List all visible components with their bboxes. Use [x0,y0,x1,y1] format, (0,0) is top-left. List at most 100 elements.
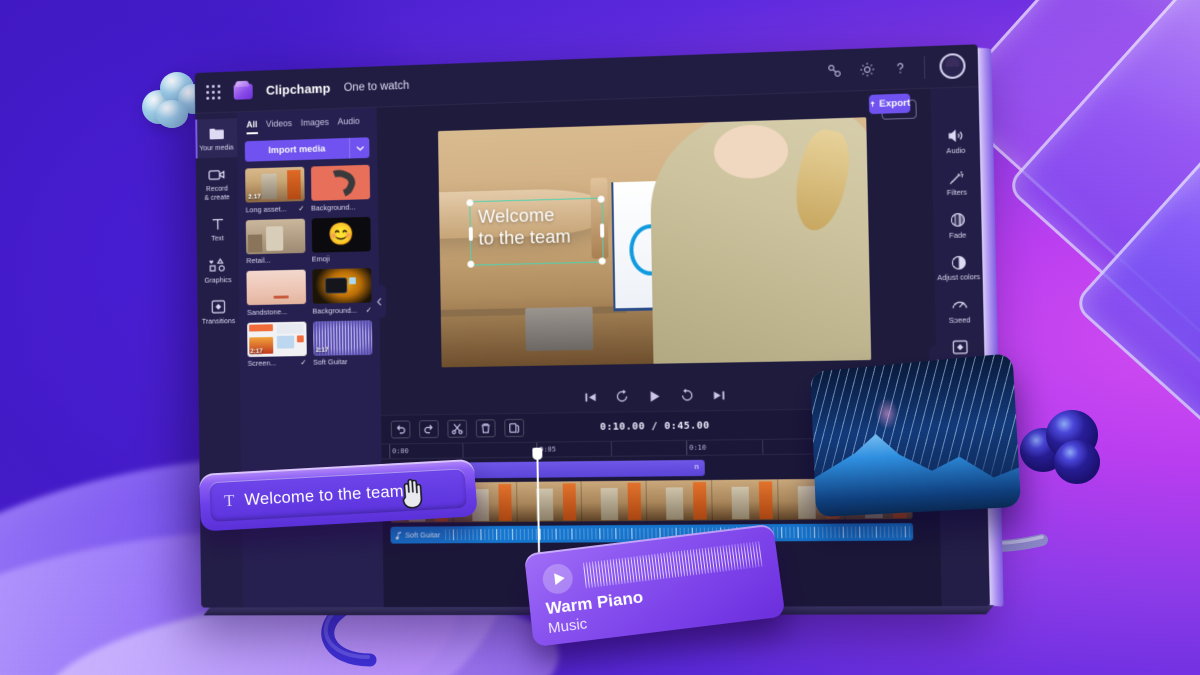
audio-clip-label-wrap: Soft Guitar [395,530,441,540]
media-name: Soft Guitar [313,357,348,367]
right-item-label: Speed [948,315,971,325]
project-name[interactable]: One to watch [344,79,410,93]
magic-wand-icon [947,170,966,187]
redo-icon[interactable] [419,420,439,438]
help-icon[interactable] [891,58,910,77]
check-icon: ✓ [365,304,372,314]
media-item[interactable]: Sandstone... [246,269,306,317]
skip-back-icon[interactable] [583,390,596,403]
media-item[interactable]: 2:17 Long asset... ✓ [245,166,305,214]
right-item-label: Filters [946,187,968,198]
scissors-icon[interactable] [447,420,467,438]
import-media-button[interactable]: Import media [244,137,350,162]
right-item-audio[interactable]: Audio [931,120,980,163]
media-item[interactable]: Background... ✓ [311,268,372,316]
media-name: Emoji [311,254,330,264]
check-icon: ✓ [300,357,307,367]
overlay-text: Welcome to the team [478,204,572,249]
ruler-label: 0:10 [689,443,707,452]
text-overlay-selection[interactable]: Welcome to the team [466,195,606,269]
undo-icon[interactable] [391,420,411,438]
resize-handle-middle-right[interactable] [599,223,604,238]
trash-icon[interactable] [476,419,496,437]
skip-forward-icon[interactable] [712,388,725,401]
media-name: Long asset... [245,203,287,214]
ruler-label: 0:00 [392,447,409,456]
timecode-display: 0:10.00 / 0:45.00 [599,419,710,433]
sidebar-label: Your media [199,142,234,153]
media-thumbnail [246,269,306,306]
preview-stage: 16:9 [377,89,937,386]
user-avatar[interactable] [939,52,966,80]
media-name: Retail... [246,255,271,266]
media-thumbnail [310,164,371,201]
camera-icon [208,167,225,183]
right-item-label: Fade [949,230,967,240]
resize-handle-middle-left[interactable] [468,226,473,241]
media-grid: 2:17 Long asset... ✓ Background... Retail… [245,164,373,368]
right-item-fade[interactable]: Fade [933,204,982,247]
import-media-row: Import media [244,137,370,162]
tab-audio[interactable]: Audio [338,116,360,131]
right-item-adjust-colors[interactable]: Adjust colors [934,247,983,289]
audio-clip-label: Soft Guitar [405,530,441,540]
right-item-label: Audio [946,145,966,156]
media-item[interactable]: 2:17 Screen... ✓ [247,321,306,368]
media-tabs: All Videos Images Audio [244,114,369,140]
sidebar-item-graphics[interactable]: Graphics [197,251,239,291]
media-duration: 2:17 [315,346,329,354]
sidebar-item-text[interactable]: Text [196,209,238,250]
tab-images[interactable]: Images [301,117,329,133]
gear-icon[interactable] [858,60,877,79]
media-name: Background... [310,202,356,213]
right-item-filters[interactable]: Filters [932,162,981,205]
transition-icon [951,339,970,356]
resize-handle-top-left[interactable] [466,199,474,207]
media-name: Background... [312,305,358,316]
text-card-label: Welcome to the team [244,481,405,509]
media-thumbnail [311,268,372,304]
video-preview[interactable]: Welcome to the team [437,116,872,367]
media-item[interactable]: Background... [310,164,371,213]
media-name: Sandstone... [246,306,288,317]
forward-icon[interactable] [680,388,694,402]
waveform-icon [583,540,765,589]
upload-arrow-icon [869,100,876,109]
sidebar-item-transitions[interactable]: Transitions [197,292,239,332]
brand-name: Clipchamp [265,80,331,98]
decorative-blue-blob [1020,410,1106,488]
check-icon: ✓ [298,203,305,213]
media-item[interactable]: 2:17 Soft Guitar [312,319,373,367]
hand-cursor-icon [397,475,429,510]
play-circle-icon[interactable] [541,562,575,596]
music-note-icon [395,531,402,540]
right-item-label: Adjust colors [937,272,981,283]
text-t-icon: T [223,490,235,511]
fade-icon [948,212,967,229]
transition-icon [210,299,227,315]
media-thumbnail [245,218,305,254]
music-card-subtitle: Music [547,615,589,638]
mountain-image-card[interactable] [810,353,1022,518]
export-button[interactable]: Export [868,93,911,115]
sidebar-label: Graphics [204,275,232,285]
media-item[interactable]: 😊 Emoji [311,216,371,264]
chevron-down-icon[interactable] [348,137,370,159]
clipchamp-logo-icon [233,83,253,100]
rewind-icon[interactable] [614,389,628,403]
media-item[interactable]: Retail... [245,218,305,266]
tab-videos[interactable]: Videos [266,118,292,133]
sidebar-item-your-media[interactable]: Your media [195,118,238,159]
right-item-speed[interactable]: Speed [935,289,984,331]
sidebar-item-record-create[interactable]: Record & create [196,160,238,209]
duplicate-icon[interactable] [504,419,524,437]
share-icon[interactable] [825,61,844,80]
media-duration: 2:17 [248,193,261,201]
contrast-icon [949,254,968,271]
media-panel: All Videos Images Audio Import media 2:1… [236,107,387,608]
speedometer-icon [950,297,969,314]
toolbar-divider [923,55,926,79]
play-icon[interactable] [646,388,661,403]
tab-all[interactable]: All [246,119,258,135]
app-grid-icon[interactable] [206,84,221,100]
